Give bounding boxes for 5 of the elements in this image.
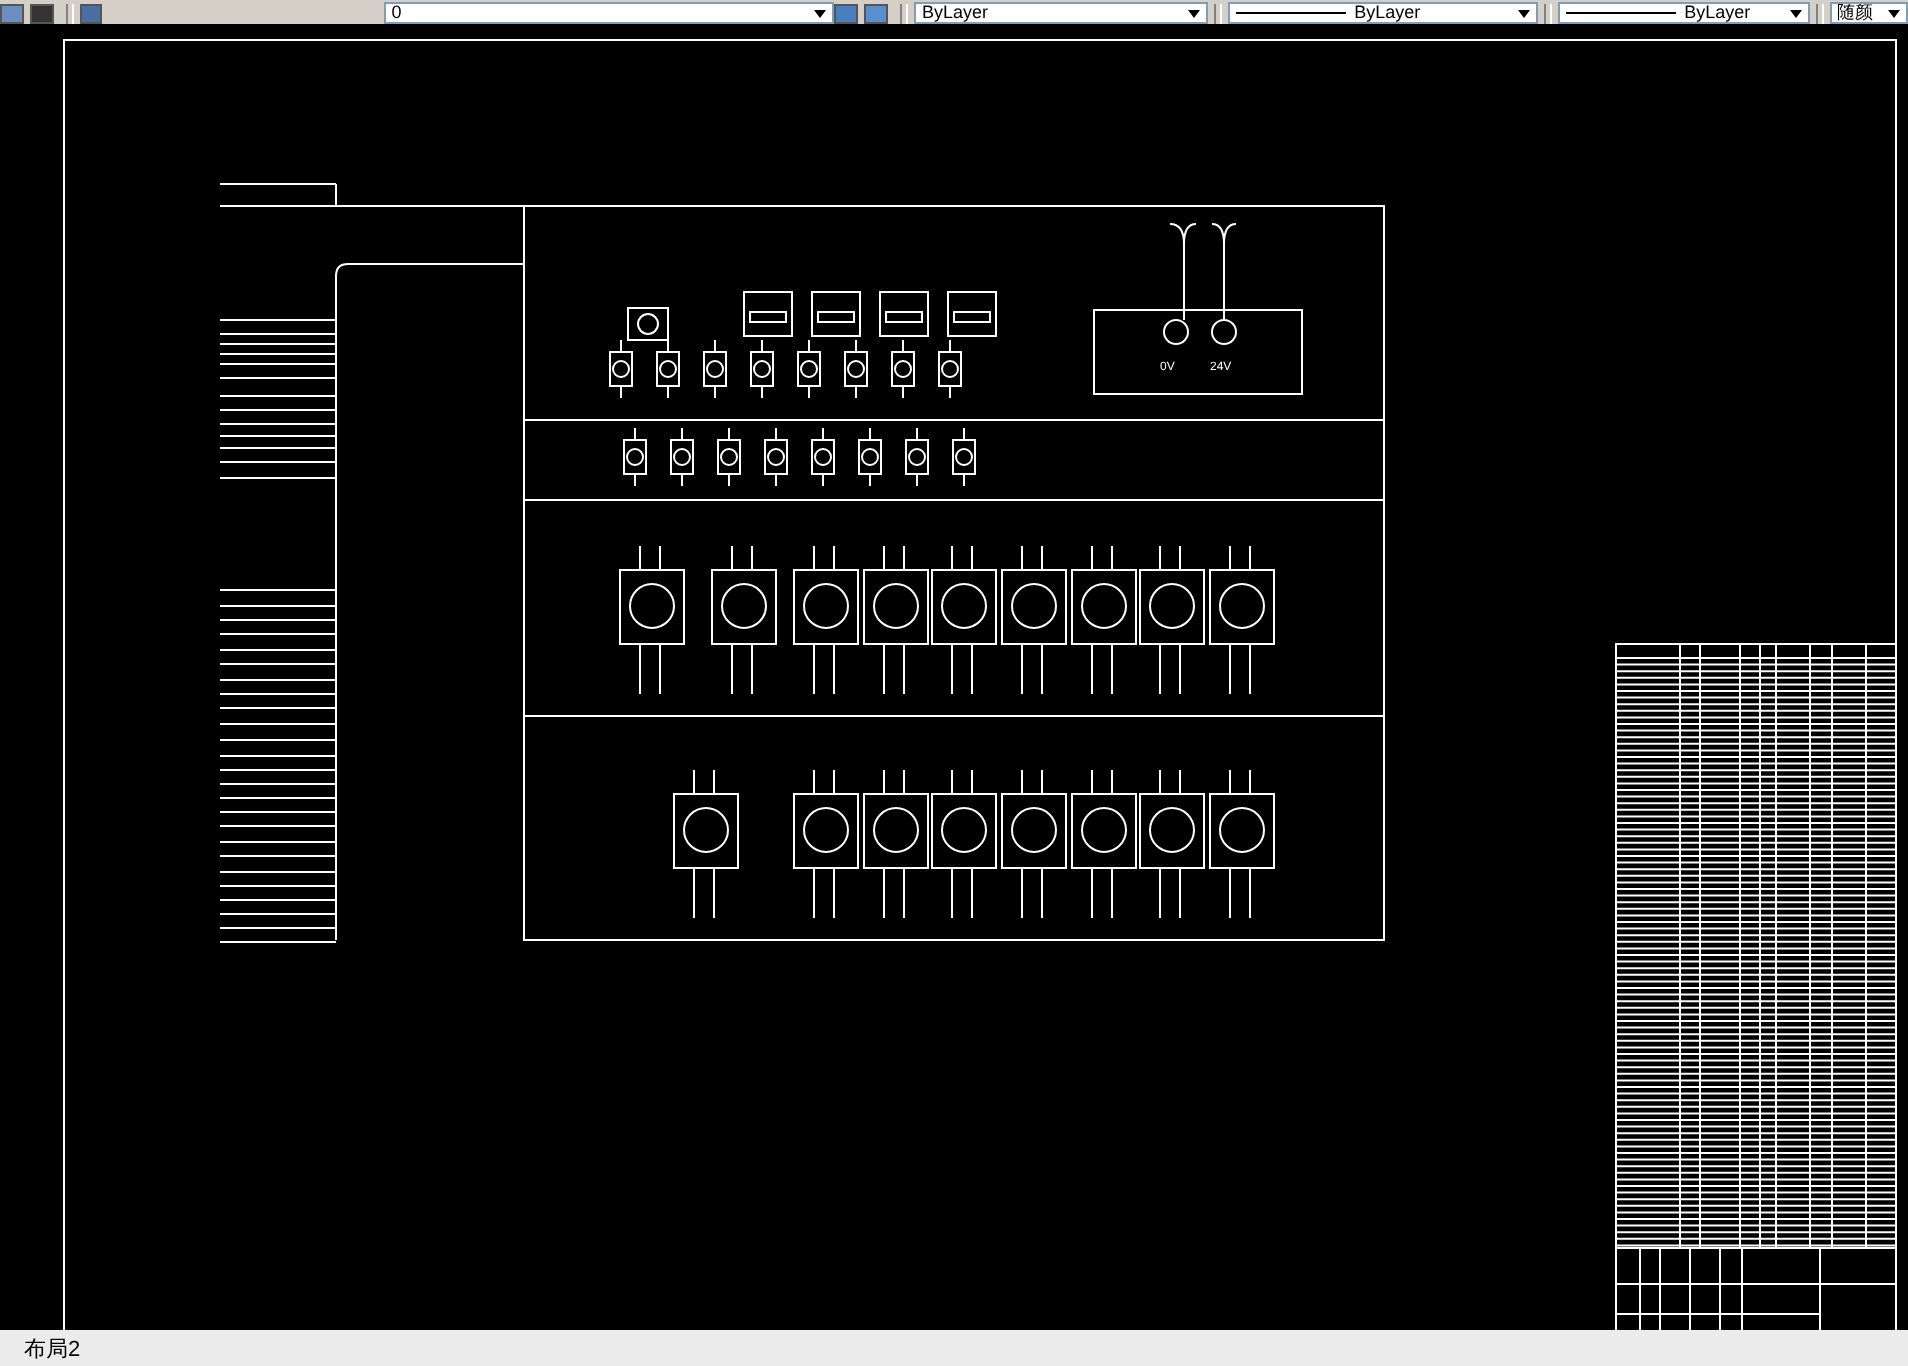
layout-tab[interactable]: 布局2 [24, 1333, 81, 1363]
layer-dropdown[interactable]: 0 [383, 2, 835, 24]
linetype-dropdown[interactable]: ByLayer [1228, 2, 1539, 24]
lineweight-dropdown[interactable]: ByLayer [1558, 2, 1810, 24]
color-dropdown[interactable]: ByLayer [913, 2, 1209, 24]
